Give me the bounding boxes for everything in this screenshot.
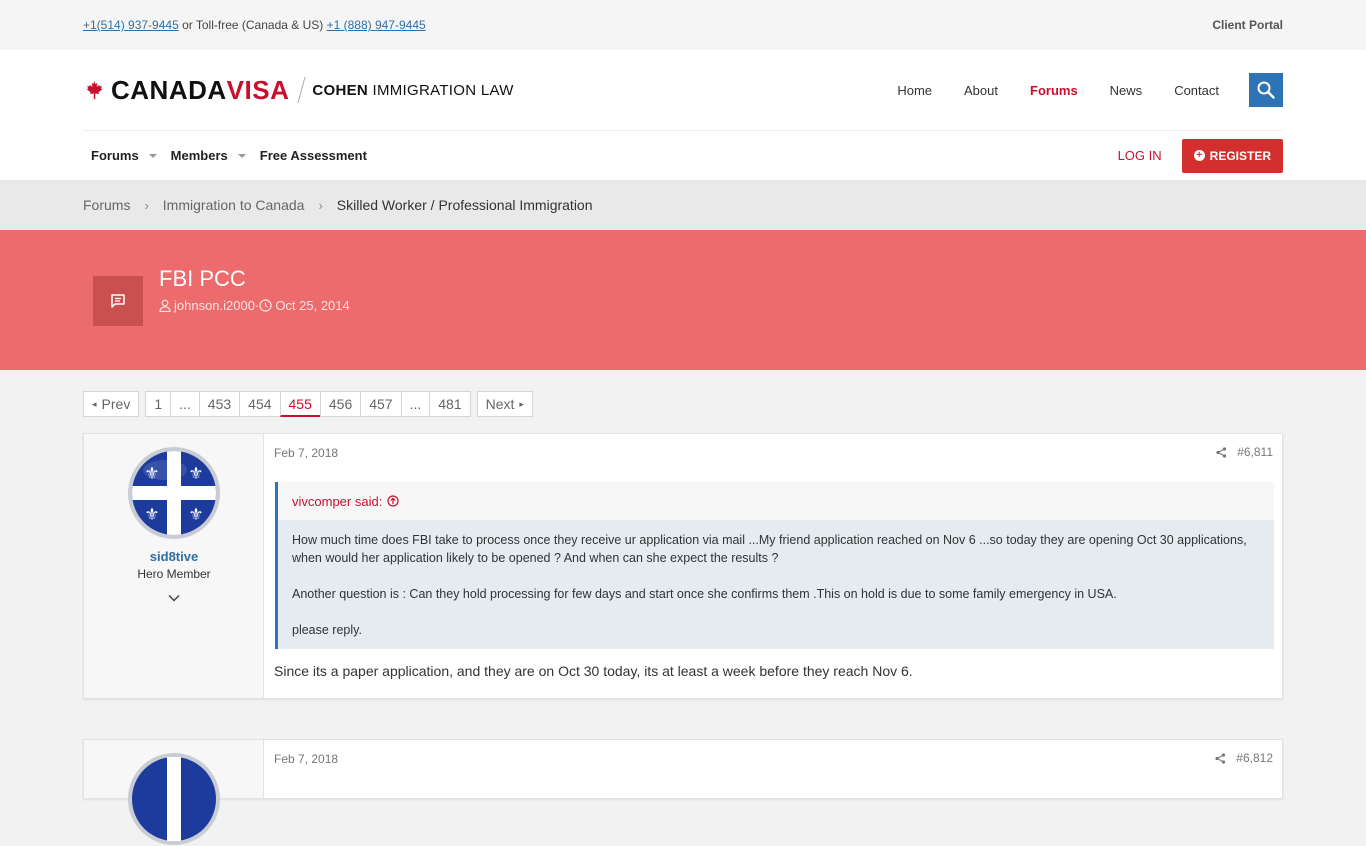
- svg-text:⚜: ⚜: [188, 464, 203, 484]
- quote-paragraph: please reply.: [292, 623, 362, 637]
- page-link-current[interactable]: 455: [279, 391, 320, 417]
- post-date[interactable]: Feb 7, 2018: [274, 446, 338, 460]
- search-button[interactable]: [1249, 73, 1283, 107]
- next-label: Next: [485, 396, 515, 412]
- breadcrumb-forums[interactable]: Forums: [83, 197, 130, 213]
- page-title: FBI PCC: [159, 266, 246, 291]
- top-contact-bar: +1(514) 937-9445 or Toll-free (Canada & …: [0, 0, 1366, 50]
- post-username[interactable]: sid8tive: [84, 549, 264, 564]
- forum-subnav: Forums Members Free Assessment LOG IN + R…: [0, 130, 1366, 180]
- share-icon[interactable]: [1216, 446, 1227, 458]
- login-link[interactable]: LOG IN: [1118, 148, 1162, 163]
- post: ⚜ ⚜ ⚜ ⚜ sid8tive Hero Member Feb 7, 2018 #6…: [83, 433, 1283, 699]
- breadcrumb-skilled-worker[interactable]: Skilled Worker / Professional Immigratio…: [337, 197, 593, 213]
- quote-header: vivcomper said:: [278, 482, 1274, 520]
- post-user-pane: ⚜ ⚜ ⚜ ⚜ sid8tive Hero Member: [84, 434, 264, 698]
- breadcrumb-immigration-to-canada[interactable]: Immigration to Canada: [163, 197, 305, 213]
- post-actions: #6,812: [1215, 751, 1273, 765]
- subnav-members-label: Members: [170, 148, 228, 163]
- post-message: Since its a paper application, and they …: [274, 663, 913, 679]
- next-page-button[interactable]: Next ▸: [476, 391, 533, 417]
- chevron-down-icon[interactable]: [168, 594, 180, 602]
- register-label: REGISTER: [1209, 148, 1271, 163]
- chevron-left-icon: ◂: [92, 398, 97, 409]
- logo-divider: [297, 77, 306, 103]
- post-number-link[interactable]: #6,812: [1236, 751, 1273, 765]
- prev-page-button[interactable]: ◂ Prev: [83, 391, 140, 417]
- svg-text:⚜: ⚜: [144, 505, 159, 525]
- logo-cohen-bold: COHEN: [312, 81, 369, 99]
- nav-contact[interactable]: Contact: [1174, 83, 1219, 98]
- chevron-right-icon: ›: [318, 197, 323, 213]
- nav-forums[interactable]: Forums: [1030, 83, 1078, 98]
- logo-text-cohen: COHEN IMMIGRATION LAW: [312, 82, 513, 99]
- post-user-title: Hero Member: [137, 567, 211, 581]
- thread-icon: [93, 276, 143, 326]
- user-icon: [159, 299, 171, 312]
- avatar[interactable]: ⚜ ⚜⚜ ⚜: [127, 446, 221, 540]
- chevron-down-icon[interactable]: [148, 153, 157, 158]
- quote-block: vivcomper said: How much time does FBI t…: [275, 482, 1274, 649]
- page-links: 1 ... 453 454 455 456 457 ... 481: [145, 391, 471, 417]
- post-actions: #6,811: [1216, 445, 1273, 459]
- svg-text:⚜: ⚜: [188, 505, 203, 525]
- subnav-members[interactable]: Members: [171, 148, 246, 163]
- site-logo[interactable]: CANADA VISA COHEN IMMIGRATION LAW: [83, 75, 514, 106]
- page-ellipsis[interactable]: ...: [170, 391, 199, 417]
- page-link-456[interactable]: 456: [319, 391, 361, 417]
- post: Feb 7, 2018 #6,812: [83, 739, 1283, 845]
- client-portal-link[interactable]: Client Portal: [1212, 18, 1283, 32]
- page-link-453[interactable]: 453: [198, 391, 240, 417]
- thread-header: FBI PCC johnson.i2000 · Oct 25, 2014: [0, 230, 1366, 370]
- quote-paragraph: How much time does FBI take to process o…: [292, 533, 1247, 565]
- quote-paragraph: Another question is : Can they hold proc…: [292, 587, 1117, 601]
- page-link-454[interactable]: 454: [239, 391, 280, 417]
- subnav-forums[interactable]: Forums: [91, 148, 157, 163]
- subnav-forums-label: Forums: [91, 148, 139, 163]
- nav-news[interactable]: News: [1110, 83, 1143, 98]
- arrow-up-circle-icon[interactable]: [387, 495, 399, 507]
- thread-date-link[interactable]: Oct 25, 2014: [275, 298, 349, 313]
- logo-text-canada: CANADA: [111, 74, 227, 105]
- page-ellipsis[interactable]: ...: [400, 391, 430, 417]
- search-icon: [1257, 81, 1275, 99]
- phone-link-local[interactable]: +1(514) 937-9445: [83, 18, 179, 32]
- post-date[interactable]: Feb 7, 2018: [274, 752, 338, 766]
- prev-label: Prev: [101, 396, 131, 412]
- breadcrumb: Forums › Immigration to Canada › Skilled…: [0, 180, 1366, 230]
- page-link-1[interactable]: 1: [145, 391, 171, 417]
- plus-circle-icon: +: [1193, 150, 1205, 161]
- thread-author-link[interactable]: johnson.i2000: [174, 298, 255, 313]
- avatar[interactable]: [127, 752, 221, 846]
- phone-line: +1(514) 937-9445 or Toll-free (Canada & …: [83, 18, 426, 32]
- chevron-right-icon: ›: [144, 197, 149, 213]
- thread-meta: johnson.i2000 · Oct 25, 2014: [159, 298, 350, 313]
- register-button[interactable]: + REGISTER: [1181, 138, 1283, 173]
- page-link-481[interactable]: 481: [429, 391, 471, 417]
- logo-immigration-law: IMMIGRATION LAW: [368, 81, 514, 99]
- phone-link-tollfree[interactable]: +1 (888) 947-9445: [327, 18, 426, 32]
- nav-about[interactable]: About: [964, 83, 998, 98]
- subnav-free-assessment[interactable]: Free Assessment: [260, 148, 367, 163]
- main-nav: Home About Forums News Contact: [865, 73, 1283, 107]
- post-user-pane: [84, 740, 264, 845]
- chevron-right-icon: ▸: [519, 398, 524, 409]
- quote-author-link[interactable]: vivcomper said:: [292, 494, 382, 509]
- logo-text-visa: VISA: [226, 74, 290, 105]
- phone-separator-text: or Toll-free (Canada & US): [178, 18, 327, 32]
- pagination: ◂ Prev 1 ... 453 454 455 456 457 ... 481 …: [83, 391, 533, 417]
- post-number-link[interactable]: #6,811: [1237, 445, 1273, 459]
- chevron-down-icon[interactable]: [237, 153, 246, 158]
- page-link-457[interactable]: 457: [360, 391, 401, 417]
- share-icon[interactable]: [1215, 752, 1226, 764]
- nav-home[interactable]: Home: [897, 83, 932, 98]
- clock-icon: [259, 299, 272, 312]
- site-header: CANADA VISA COHEN IMMIGRATION LAW Home Ab…: [0, 50, 1366, 130]
- maple-leaf-icon: [86, 80, 103, 100]
- quote-body: How much time does FBI take to process o…: [278, 520, 1274, 649]
